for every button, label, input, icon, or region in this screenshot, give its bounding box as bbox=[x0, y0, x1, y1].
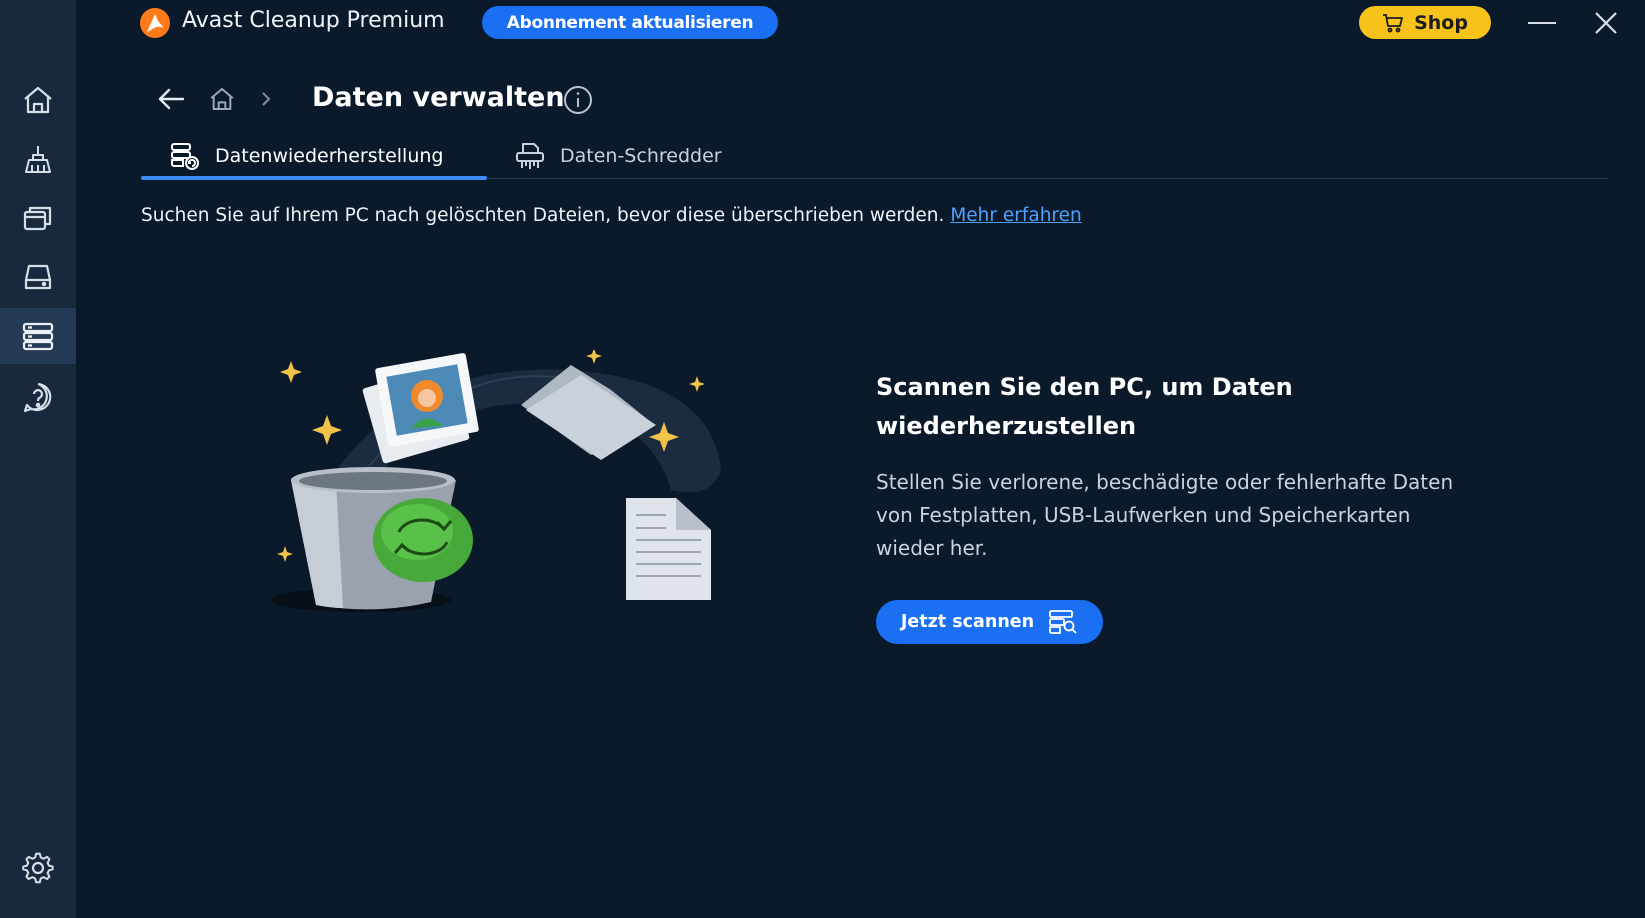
sidebar-item-home[interactable] bbox=[0, 72, 76, 128]
scan-heading: Scannen Sie den PC, um Daten wiederherzu… bbox=[876, 373, 1293, 440]
data-stack-icon bbox=[22, 322, 54, 351]
main-panel: Avast Cleanup Premium Abonnement aktuali… bbox=[76, 0, 1645, 918]
tab-label: Daten-Schredder bbox=[560, 145, 722, 167]
recovery-badge-icon bbox=[373, 498, 473, 582]
sidebar-item-help[interactable] bbox=[0, 370, 76, 426]
info-icon[interactable] bbox=[562, 84, 594, 116]
data-recovery-icon bbox=[171, 143, 199, 170]
page-title: Daten verwalten bbox=[312, 82, 565, 113]
gear-icon bbox=[22, 852, 54, 884]
upgrade-subscription-button[interactable]: Abonnement aktualisieren bbox=[482, 6, 778, 39]
home-icon bbox=[24, 86, 52, 114]
scan-description: Stellen Sie verlorene, beschädigte oder … bbox=[876, 470, 1454, 560]
avast-logo-icon bbox=[140, 8, 170, 38]
minimize-icon bbox=[1528, 22, 1556, 24]
sidebar-item-apps[interactable] bbox=[0, 190, 76, 246]
page-description: Suchen Sie auf Ihrem PC nach gelöschten … bbox=[141, 205, 1082, 226]
sidebar-item-drives[interactable] bbox=[0, 249, 76, 305]
scan-data-icon bbox=[1049, 610, 1077, 634]
app-title: Avast Cleanup Premium bbox=[182, 8, 445, 33]
windows-icon bbox=[23, 206, 52, 231]
breadcrumb-home[interactable] bbox=[204, 82, 240, 116]
active-tab-indicator bbox=[141, 176, 487, 180]
learn-more-link[interactable]: Mehr erfahren bbox=[950, 205, 1081, 226]
description-text: Suchen Sie auf Ihrem PC nach gelöschten … bbox=[141, 205, 945, 226]
tab-data-shredder[interactable]: Daten-Schredder bbox=[514, 134, 722, 178]
arrow-left-icon bbox=[158, 88, 185, 110]
sidebar-item-data[interactable] bbox=[0, 308, 76, 364]
home-icon bbox=[210, 88, 234, 110]
recovery-illustration bbox=[271, 350, 721, 612]
chevron-right-icon bbox=[256, 86, 276, 112]
tab-data-recovery[interactable]: Datenwiederherstellung bbox=[169, 134, 443, 178]
close-icon bbox=[1595, 12, 1617, 34]
tab-label: Datenwiederherstellung bbox=[215, 145, 444, 167]
sidebar-item-cleanup[interactable] bbox=[0, 131, 76, 187]
shop-label: Shop bbox=[1414, 11, 1468, 34]
shredder-icon bbox=[516, 143, 544, 169]
photo-icon bbox=[362, 353, 479, 464]
minimize-button[interactable] bbox=[1524, 6, 1560, 40]
cart-icon bbox=[1383, 13, 1403, 32]
shop-button[interactable]: Shop bbox=[1359, 6, 1491, 39]
document-icon bbox=[626, 498, 711, 600]
sidebar-item-settings[interactable] bbox=[0, 840, 76, 896]
close-button[interactable] bbox=[1588, 6, 1624, 40]
sidebar bbox=[0, 0, 76, 918]
scan-button-label: Jetzt scannen bbox=[900, 612, 1035, 632]
help-icon bbox=[23, 382, 52, 413]
scan-now-button[interactable]: Jetzt scannen bbox=[876, 600, 1103, 644]
drive-icon bbox=[24, 264, 52, 290]
back-button[interactable] bbox=[154, 82, 188, 116]
broom-icon bbox=[25, 146, 51, 173]
